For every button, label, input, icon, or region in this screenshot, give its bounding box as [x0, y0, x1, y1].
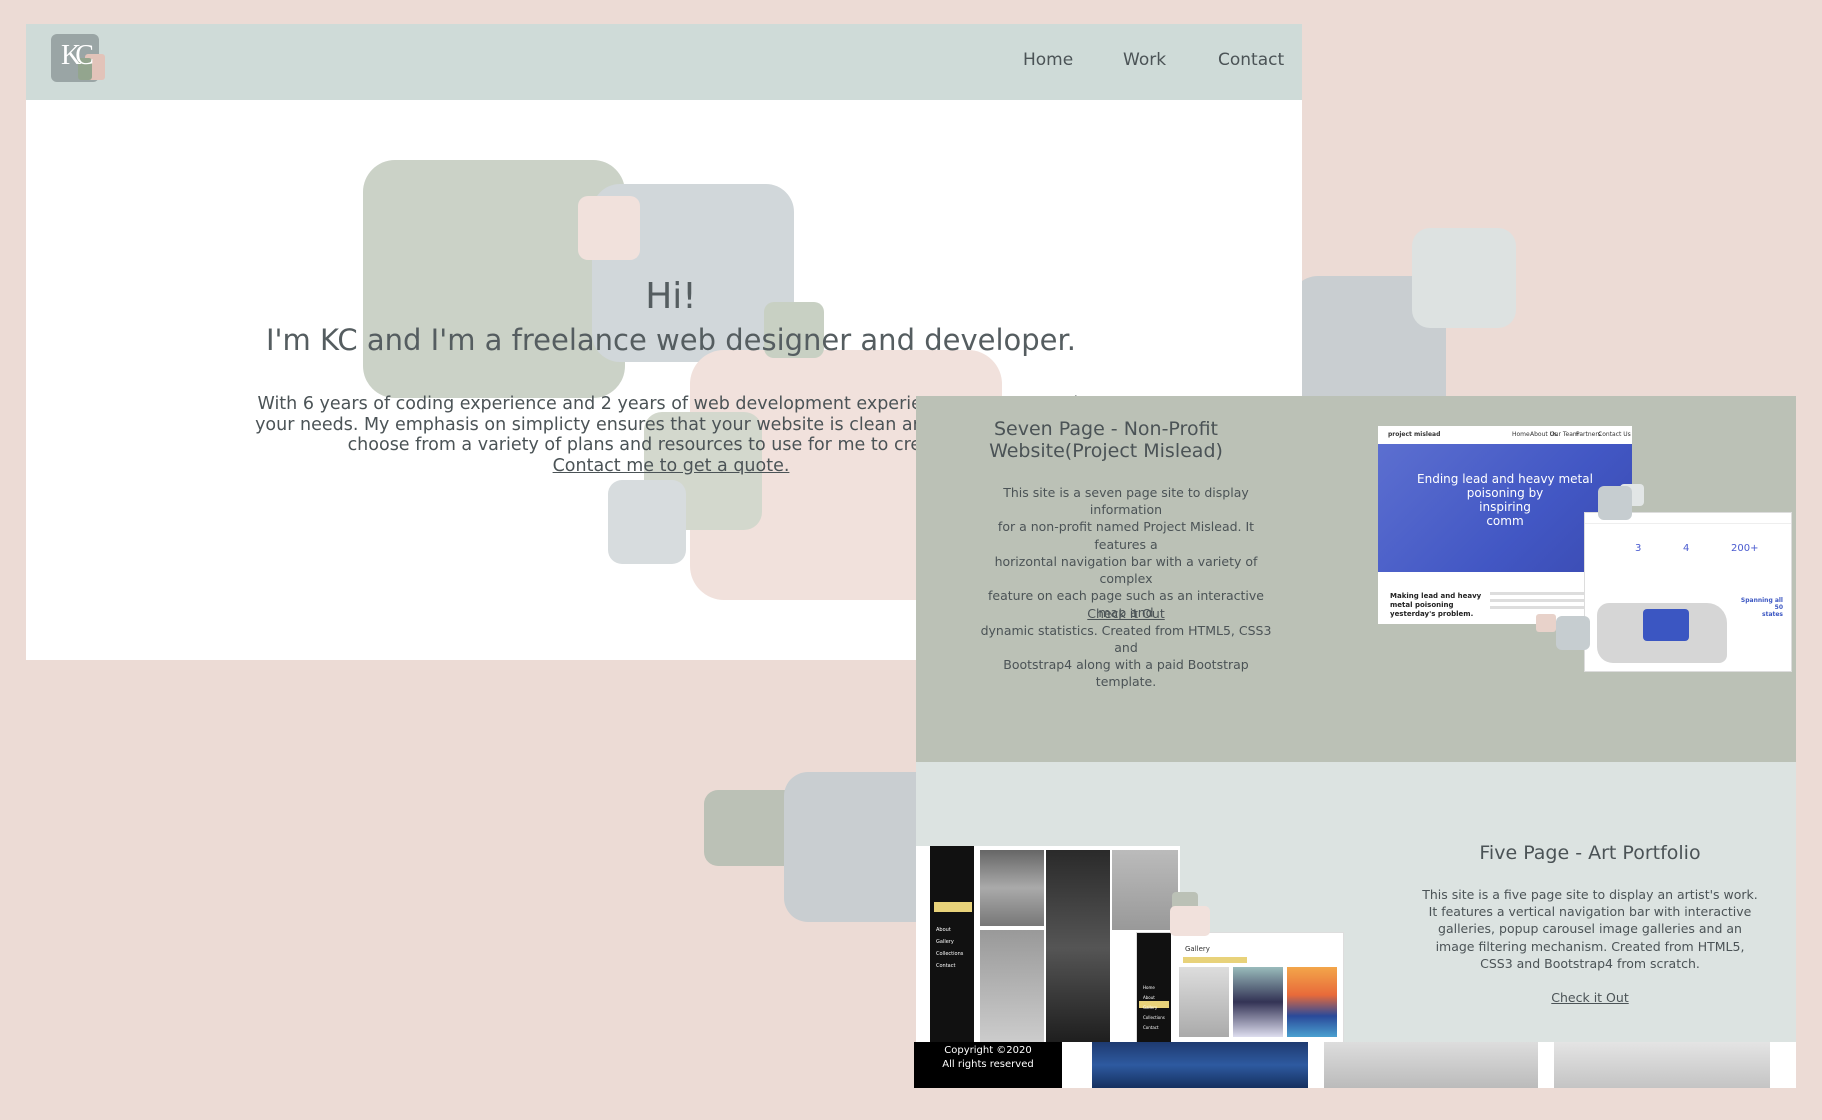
art-tile [1112, 850, 1178, 930]
hero-subtitle: I'm KC and I'm a freelance web designer … [266, 323, 1076, 357]
gallery-tile [1179, 967, 1229, 1037]
hero-text-line: inspiring [1479, 500, 1531, 514]
desc-line: This site is a five page site to display… [1422, 887, 1758, 902]
logo-letters: KC [61, 40, 94, 71]
project2-title: Five Page - Art Portfolio [1479, 842, 1701, 864]
project1-description: This site is a seven page site to displa… [976, 484, 1276, 690]
mislead-nav-item: Home [1512, 431, 1530, 438]
side-nav-item: Home [1143, 985, 1155, 990]
decor-square-light-right [1412, 228, 1516, 328]
art-side-nav: About Gallery Collections Contact [936, 924, 963, 972]
stat-value: 3 [1635, 543, 1642, 554]
side-nav-item: Collections [936, 951, 964, 957]
side-nav-item: About [936, 927, 951, 933]
gallery-tile [1233, 967, 1283, 1037]
contact-quote-link[interactable]: Contact me to get a quote. [553, 456, 790, 476]
desc-line: This site is a seven page site to displa… [1003, 485, 1249, 518]
desc-line: dynamic statistics. Created from HTML5, … [980, 622, 1272, 655]
map-label-line: Spanning all 50 [1740, 597, 1783, 611]
stat-value: 200+ [1731, 543, 1759, 554]
mislead-tagline: Making lead and heavy metal poisoning ye… [1390, 592, 1481, 619]
side-nav-item: Contact [1143, 1025, 1159, 1030]
mislead-hero-text: Ending lead and heavy metal poisoning by… [1408, 472, 1602, 528]
art-side-nav-2: Home About Gallery Collections Contact [1143, 983, 1165, 1033]
project1-screenshot-map[interactable]: 3 4 200+ Spanning all 50 states [1584, 512, 1792, 672]
stat-value: 4 [1683, 543, 1690, 554]
desc-line: CSS3 and Bootstrap4 from scratch. [1480, 955, 1700, 971]
mislead-nav-item: Our Team [1550, 431, 1579, 438]
side-nav-item: Gallery [936, 939, 954, 945]
footer-image-ocean [1092, 1042, 1308, 1088]
side-nav-item: About [1143, 995, 1155, 1000]
hero-greeting: Hi! [645, 276, 697, 317]
decor-square-tiny [1170, 906, 1210, 936]
copyright-box: Copyright ©2020 All rights reserved [914, 1042, 1062, 1088]
decor-square-blush-small [578, 196, 640, 260]
tagline-line: metal poisoning [1390, 601, 1454, 609]
logo[interactable]: KC [51, 34, 117, 90]
tagline-line: yesterday's problem. [1390, 610, 1474, 618]
gallery-title: Gallery [1185, 945, 1210, 953]
project2-description: This site is a five page site to display… [1420, 886, 1760, 972]
map-label-line: states [1762, 611, 1783, 618]
desc-line: galleries, popup carousel image gallerie… [1438, 921, 1742, 937]
art-tile [1046, 850, 1110, 1042]
us-map-highlight [1643, 609, 1689, 641]
side-nav-item: Contact [936, 963, 956, 969]
project-art-portfolio-card: About Gallery Collections Contact Home A… [916, 762, 1796, 1044]
map-label: Spanning all 50 states [1735, 597, 1783, 618]
hero-text-line: Ending lead and heavy metal [1417, 472, 1593, 486]
decor-square-tiny [1556, 616, 1590, 650]
project2-check-link[interactable]: Check it Out [1490, 990, 1690, 1005]
nav-contact[interactable]: Contact [1218, 50, 1284, 70]
side-nav-item: Gallery [1143, 1005, 1158, 1010]
nav-work[interactable]: Work [1123, 50, 1166, 70]
footer-strip: Copyright ©2020 All rights reserved [914, 1042, 1796, 1088]
art-tile [980, 850, 1044, 926]
nav-home[interactable]: Home [1023, 50, 1073, 70]
footer-image-sketch [1324, 1042, 1538, 1088]
footer-image-sketch [1554, 1042, 1770, 1088]
project1-title-line: Website(Project Mislead) [989, 440, 1223, 462]
project1-title-line: Seven Page - Non-Profit [994, 418, 1218, 440]
mislead-nav-item: Contact Us [1598, 431, 1631, 438]
project1-check-link[interactable]: Check it Out [1026, 606, 1226, 621]
decor-square-tiny [1536, 614, 1556, 632]
desc-line: for a non-profit named Project Mislead. … [997, 519, 1255, 552]
art-tile [980, 930, 1044, 1042]
desc-line: image filtering mechanism. Created from … [1435, 938, 1745, 954]
gallery-tile [1287, 967, 1337, 1037]
hero-text-line: comm [1486, 514, 1524, 528]
project2-screenshot-gallery[interactable]: Home About Gallery Collections Contact G… [1136, 932, 1344, 1044]
project-mislead-card: Seven Page - Non-Profit Website(Project … [916, 396, 1796, 762]
copyright-line: Copyright ©2020 [944, 1045, 1032, 1056]
desc-line: Bootstrap4 along with a paid Bootstrap t… [1003, 657, 1249, 690]
side-nav-item: Collections [1143, 1015, 1165, 1020]
decor-square-blue-mid [608, 480, 686, 564]
tagline-line: Making lead and heavy [1390, 592, 1482, 600]
hero-text-line: poisoning by [1466, 486, 1544, 500]
project1-title: Seven Page - Non-Profit Website(Project … [956, 418, 1256, 462]
desc-line: It features a vertical navigation bar wi… [1428, 904, 1752, 920]
navbar: KC Home Work Contact [26, 24, 1302, 100]
mislead-brand: project mislead [1388, 431, 1441, 438]
desc-line: horizontal navigation bar with a variety… [994, 553, 1258, 587]
decor-square-tiny [1598, 486, 1632, 520]
copyright-line: All rights reserved [942, 1059, 1034, 1070]
